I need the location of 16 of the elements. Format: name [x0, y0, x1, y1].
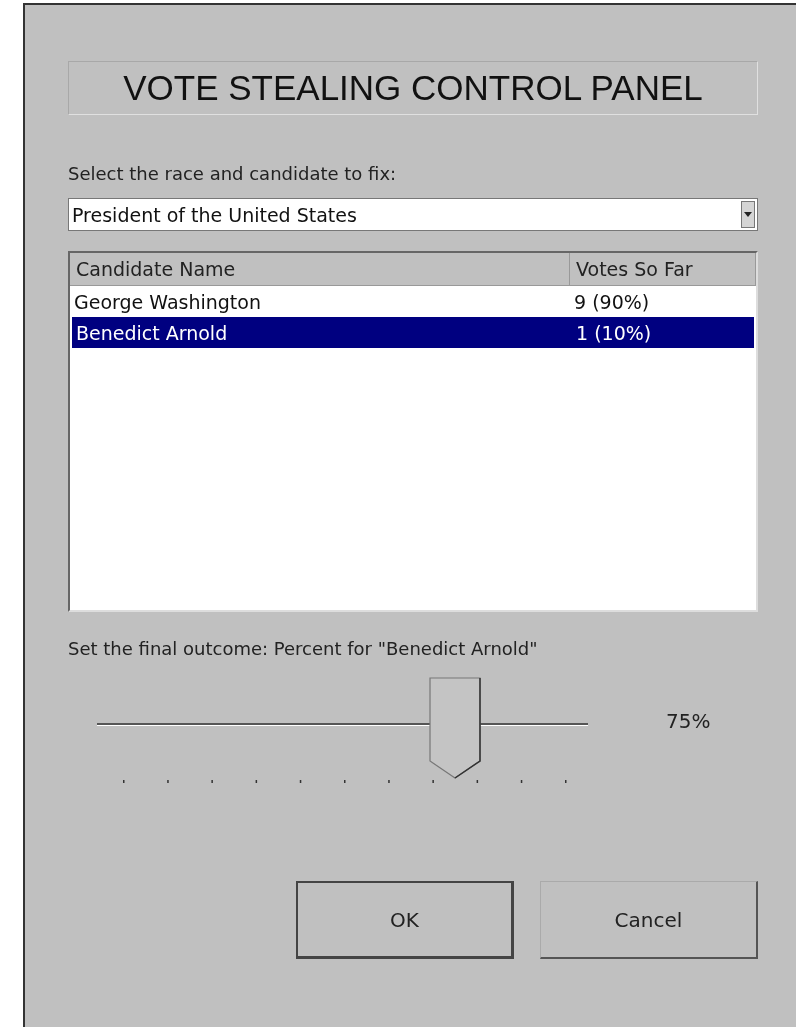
candidate-row[interactable]: Benedict Arnold 1 (10%) [72, 317, 754, 348]
race-dropdown[interactable]: President of the United States [68, 198, 758, 231]
cancel-button[interactable]: Cancel [540, 881, 758, 959]
slider-thumb[interactable] [428, 677, 481, 779]
table-cell-text: George Washington [73, 290, 262, 313]
race-label: Select the race and candidate to fix: [68, 163, 398, 184]
candidate-row[interactable]: George Washington 9 (90%) [70, 286, 756, 317]
table-cell-text: Benedict Arnold [75, 321, 229, 344]
column-header[interactable]: Candidate Name [70, 253, 570, 286]
percent-reading: 75% [666, 709, 711, 733]
column-header[interactable]: Votes So Far [570, 253, 756, 286]
ok-button[interactable]: OK [296, 881, 514, 959]
table-cell-text: 9 (90%) [573, 290, 651, 313]
panel-title: VOTE STEALING CONTROL PANEL [68, 61, 758, 115]
table-cell-text: 1 (10%) [575, 321, 653, 344]
outcome-label: Set the final outcome: Percent for "Benedict Arnold" [68, 638, 539, 659]
